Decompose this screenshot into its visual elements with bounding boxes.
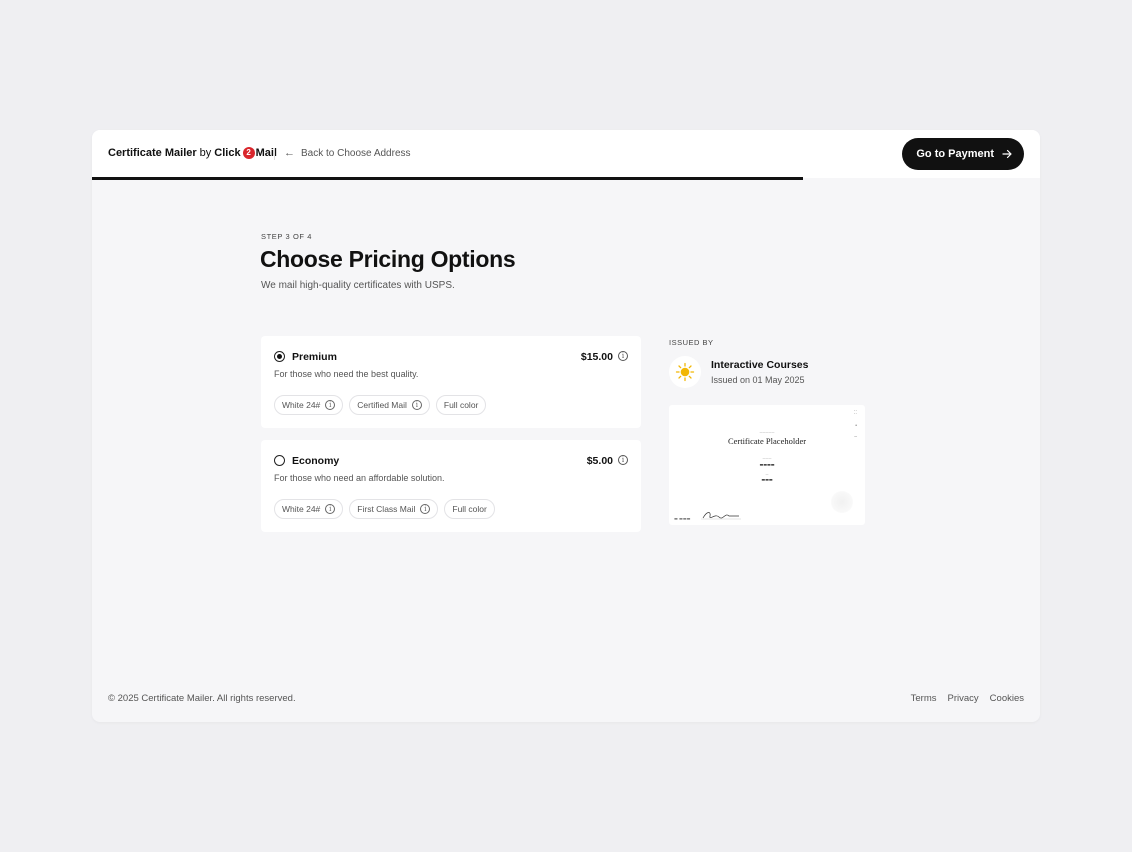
footer-copyright: © 2025 Certificate Mailer. All rights re… bbox=[108, 693, 296, 704]
footer-links: Terms Privacy Cookies bbox=[911, 693, 1024, 704]
info-icon[interactable]: i bbox=[325, 504, 336, 514]
brand-by: by bbox=[199, 147, 212, 159]
brand-logo[interactable]: Certificate Mailer by Click 2 Mail bbox=[108, 147, 277, 159]
chip-label: Full color bbox=[452, 504, 487, 514]
page-subtitle: We mail high-quality certificates with U… bbox=[261, 280, 455, 291]
back-link-label: Back to Choose Address bbox=[301, 147, 411, 159]
option-features: White 24# i Certified Mail i Full color bbox=[274, 395, 487, 415]
info-icon[interactable]: i bbox=[420, 504, 431, 514]
chip-label: Full color bbox=[443, 400, 479, 410]
brand-two-badge: 2 bbox=[242, 147, 255, 159]
header-divider bbox=[274, 148, 275, 160]
info-icon[interactable]: i bbox=[618, 351, 628, 361]
cert-course-line: ▬▬▬ bbox=[761, 477, 773, 482]
certificate-heading: Certificate Placeholder bbox=[727, 436, 807, 446]
feature-chip: Full color bbox=[444, 499, 495, 519]
footer-link-terms[interactable]: Terms bbox=[911, 693, 937, 704]
step-indicator: STEP 3 OF 4 bbox=[261, 232, 313, 241]
top-bar: Certificate Mailer by Click 2 Mail ← Bac… bbox=[92, 130, 1040, 180]
cert-dots: – bbox=[854, 434, 857, 440]
cert-small-text: ————— bbox=[759, 430, 775, 434]
option-price: $15.00 bbox=[580, 351, 613, 363]
chip-label: First Class Mail bbox=[357, 504, 416, 514]
feature-chip: White 24# i bbox=[274, 499, 344, 519]
option-description: For those who need the best quality. bbox=[274, 369, 419, 379]
cert-dots: • bbox=[855, 423, 857, 429]
feature-chip: Certified Mail i bbox=[349, 395, 430, 415]
chip-label: Certified Mail bbox=[357, 400, 407, 410]
footer-link-privacy[interactable]: Privacy bbox=[948, 693, 979, 704]
certificate-preview: ————— Certificate Placeholder ——— ▬▬▬▬ —… bbox=[669, 405, 865, 525]
progress-bar-fill bbox=[92, 177, 803, 180]
option-price: $5.00 bbox=[586, 455, 613, 467]
option-features: White 24# i First Class Mail i Full colo… bbox=[274, 499, 495, 519]
issued-by-label: ISSUED BY bbox=[669, 338, 714, 347]
cert-dots: ⁚⁚ bbox=[853, 410, 857, 416]
cert-small-text: ——— bbox=[762, 456, 772, 460]
app-window: Certificate Mailer by Click 2 Mail ← Bac… bbox=[92, 130, 1040, 722]
info-icon[interactable]: i bbox=[325, 400, 336, 410]
chip-label: White 24# bbox=[282, 504, 321, 514]
brand-name: Certificate Mailer bbox=[108, 147, 197, 159]
brand-click: Click bbox=[214, 147, 241, 159]
feature-chip: Full color bbox=[435, 395, 487, 415]
chip-label: White 24# bbox=[282, 400, 321, 410]
pricing-option-premium[interactable]: Premium $15.00 i For those who need the … bbox=[261, 336, 641, 428]
info-icon[interactable]: i bbox=[618, 455, 628, 465]
go-to-payment-label: Go to Payment bbox=[916, 148, 994, 160]
back-link[interactable]: ← Back to Choose Address bbox=[284, 147, 411, 159]
cert-small-text: — bbox=[765, 472, 769, 476]
cert-recipient-line: ▬▬▬▬ bbox=[759, 462, 775, 467]
issuer-date: Issued on 01 May 2025 bbox=[711, 375, 805, 385]
arrow-right-icon bbox=[1002, 149, 1012, 159]
feature-chip: White 24# i bbox=[274, 395, 344, 415]
footer-link-cookies[interactable]: Cookies bbox=[990, 693, 1024, 704]
page-title: Choose Pricing Options bbox=[260, 246, 516, 272]
certificate-seal bbox=[831, 491, 853, 513]
option-description: For those who need an affordable solutio… bbox=[274, 473, 445, 483]
certificate-footer: ▬ ▬▬▬ bbox=[674, 516, 691, 521]
info-icon[interactable]: i bbox=[411, 400, 422, 410]
go-to-payment-button[interactable]: Go to Payment bbox=[902, 138, 1024, 170]
signature-icon bbox=[701, 512, 741, 520]
radio-premium[interactable] bbox=[274, 351, 285, 362]
progress-bar bbox=[92, 177, 1040, 180]
sun-icon bbox=[675, 362, 695, 382]
option-name: Premium bbox=[292, 351, 337, 363]
radio-economy[interactable] bbox=[274, 455, 285, 466]
pricing-option-economy[interactable]: Economy $5.00 i For those who need an af… bbox=[261, 440, 641, 532]
issuer-name: Interactive Courses bbox=[711, 359, 809, 371]
arrow-left-icon: ← bbox=[284, 147, 295, 159]
option-name: Economy bbox=[292, 455, 340, 467]
feature-chip: First Class Mail i bbox=[349, 499, 439, 519]
issuer-avatar bbox=[669, 356, 701, 388]
